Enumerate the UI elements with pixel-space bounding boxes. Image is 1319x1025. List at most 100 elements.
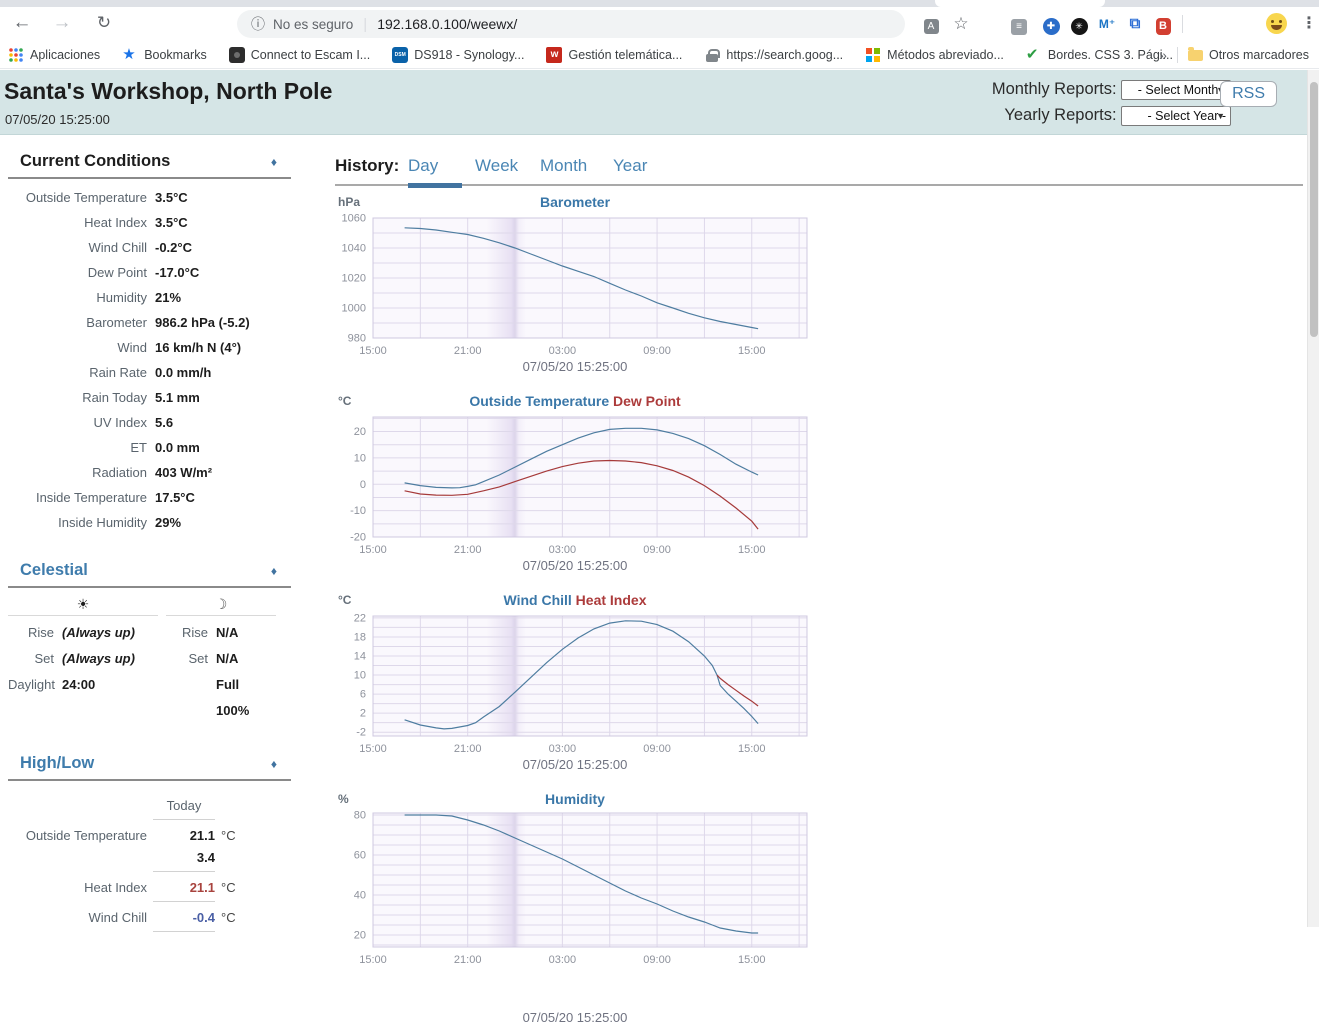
reload-icon[interactable]: ↻ xyxy=(90,9,118,37)
toolbar-separator xyxy=(1182,15,1183,33)
translate-icon[interactable]: A xyxy=(920,13,942,35)
chart-plot: 106010401020100098015:0021:0003:0009:001… xyxy=(335,212,815,358)
collapse-diamond-icon[interactable]: ♦ xyxy=(271,564,277,578)
active-tab-underline xyxy=(408,183,462,188)
bookmark-item[interactable]: Aplicaciones xyxy=(8,47,100,63)
webcam-icon xyxy=(229,47,245,63)
tab-month[interactable]: Month xyxy=(540,156,587,176)
x-tick-label: 15:00 xyxy=(359,345,387,357)
highlow-value: 3.4 xyxy=(153,847,215,869)
monthly-reports-label: Monthly Reports: xyxy=(992,80,1117,98)
lock-icon xyxy=(704,47,720,63)
y-axis-unit: % xyxy=(338,792,349,806)
condition-label: Wind Chill xyxy=(8,235,147,260)
yearly-reports-select[interactable]: - Select Year -▼ xyxy=(1121,106,1231,126)
separator-line xyxy=(153,931,215,937)
rss-button[interactable]: RSS xyxy=(1220,81,1277,107)
bookmark-item[interactable]: DSMDS918 - Synology... xyxy=(392,47,524,63)
link-extension-icon[interactable]: ⧉ xyxy=(1124,13,1146,35)
wheel-extension-icon[interactable]: ✚ xyxy=(1040,13,1062,35)
bookmarks-bar: Aplicaciones ★Bookmarks Connect to Escam I… xyxy=(0,41,1319,69)
celestial-header: Celestial ♦ xyxy=(8,561,291,588)
highlow-unit: °C xyxy=(221,877,291,899)
red-b-extension-icon[interactable]: B xyxy=(1152,13,1174,35)
bookmark-item[interactable]: wGestión telemática... xyxy=(546,47,682,63)
condition-label: Rain Today xyxy=(8,385,147,410)
folder-icon xyxy=(1188,50,1203,61)
emoji-extension-icon[interactable] xyxy=(1266,13,1287,34)
x-tick-label: 15:00 xyxy=(359,954,387,966)
shutter-extension-icon[interactable]: ✳ xyxy=(1068,13,1090,35)
menu-dots-icon[interactable]: ⋮ xyxy=(1298,13,1319,35)
x-tick-label: 09:00 xyxy=(643,544,671,556)
bookmark-star-icon[interactable]: ☆ xyxy=(950,13,972,35)
moon-icon-cell: ☽ xyxy=(166,596,276,616)
collapse-diamond-icon[interactable]: ♦ xyxy=(271,757,277,771)
scrollbar-thumb[interactable] xyxy=(1310,82,1318,337)
bookmark-label: Métodos abreviado... xyxy=(887,48,1004,62)
bookmark-item[interactable]: ✔Bordes. CSS 3. Pági... xyxy=(1026,47,1173,63)
condition-value: -17.0°C xyxy=(155,260,291,285)
security-label[interactable]: No es seguro xyxy=(273,17,353,32)
highlow-cell xyxy=(221,929,291,937)
condition-value: 5.6 xyxy=(155,410,291,435)
highlow-cell xyxy=(221,817,291,825)
condition-label: Outside Temperature xyxy=(8,185,147,210)
history-label: History: xyxy=(335,156,399,176)
chart-outside-temperature: °COutside Temperature Dew Point20100-10-… xyxy=(335,393,1303,592)
bookmark-label: Aplicaciones xyxy=(30,48,100,62)
chart-plot: 20100-10-2015:0021:0003:0009:0015:00 xyxy=(335,411,815,557)
chart-humidity: %Humidity8060402015:0021:0003:0009:0015:… xyxy=(335,791,1303,990)
box-extension-icon[interactable]: ≡ xyxy=(1008,13,1030,35)
bookmark-label: DS918 - Synology... xyxy=(414,48,524,62)
bookmark-item[interactable]: Connect to Escam I... xyxy=(229,47,371,63)
monthly-reports-select[interactable]: - Select Month -▼ xyxy=(1121,80,1231,100)
celestial-title: Celestial xyxy=(20,561,88,579)
y-tick-label: 20 xyxy=(354,930,366,942)
collapse-diamond-icon[interactable]: ♦ xyxy=(271,155,277,169)
highlow-header: High/Low ♦ xyxy=(8,754,291,781)
forward-arrow-icon[interactable]: → xyxy=(48,9,76,37)
bookmark-label: Gestión telemática... xyxy=(568,48,682,62)
page-info-icon[interactable]: ⓘ xyxy=(251,14,265,34)
moon-rise-label: Rise xyxy=(166,620,208,646)
x-tick-label: 03:00 xyxy=(549,544,577,556)
tab-week[interactable]: Week xyxy=(475,156,518,176)
page-scrollbar[interactable] xyxy=(1307,70,1319,927)
green-check-icon: ✔ xyxy=(1026,47,1042,63)
url-text[interactable]: 192.168.0.100/weewx/ xyxy=(377,16,517,32)
condition-value: 16 km/h N (4°) xyxy=(155,335,291,360)
m-plus-extension-icon[interactable]: M⁺ xyxy=(1096,13,1118,35)
x-tick-label: 09:00 xyxy=(643,345,671,357)
x-tick-label: 15:00 xyxy=(738,743,766,755)
bookmark-label: https://search.goog... xyxy=(726,48,843,62)
bookmark-item[interactable]: ★Bookmarks xyxy=(122,47,207,63)
bookmark-item[interactable]: https://search.goog... xyxy=(704,47,843,63)
moon-rise-value: N/A xyxy=(216,620,276,646)
y-tick-label: 2 xyxy=(360,708,366,720)
back-arrow-icon[interactable]: ← xyxy=(8,9,36,37)
address-bar[interactable]: ⓘ No es seguro | 192.168.0.100/weewx/ xyxy=(237,10,905,38)
highlow-title: High/Low xyxy=(20,754,94,772)
chart-barometer: hPaBarometer106010401020100098015:0021:0… xyxy=(335,194,1303,393)
y-tick-label: 14 xyxy=(354,651,366,663)
condition-value: 3.5°C xyxy=(155,185,291,210)
other-bookmarks-label[interactable]: Otros marcadores xyxy=(1209,48,1309,62)
y-tick-label: 1020 xyxy=(342,273,366,285)
tab-year[interactable]: Year xyxy=(613,156,647,176)
bookmarks-overflow-chevron[interactable]: » xyxy=(1159,47,1167,63)
main-content: History: DayWeekMonthYear hPaBarometer10… xyxy=(335,152,1303,990)
y-tick-label: 1040 xyxy=(342,243,366,255)
celestial-section: Celestial ♦ ☀ ☽ Rise (Always up) Rise N/… xyxy=(8,561,291,724)
y-tick-label: 20 xyxy=(354,426,366,438)
chart-title: Humidity xyxy=(335,791,815,807)
condition-value: 3.5°C xyxy=(155,210,291,235)
condition-value: 0.0 mm xyxy=(155,435,291,460)
condition-value: 5.1 mm xyxy=(155,385,291,410)
y-tick-label: 22 xyxy=(354,612,366,624)
bookmark-item[interactable]: Métodos abreviado... xyxy=(865,47,1004,63)
tab-day[interactable]: Day xyxy=(408,156,438,176)
chart-title: Wind Chill Heat Index xyxy=(335,592,815,608)
highlow-cell xyxy=(221,869,291,877)
condition-value: 29% xyxy=(155,510,291,535)
